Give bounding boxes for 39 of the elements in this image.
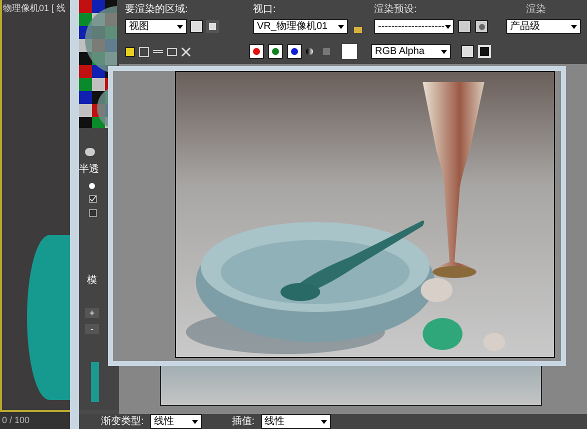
- channel-toggle[interactable]: [268, 44, 283, 59]
- section-label: 半透: [79, 162, 99, 177]
- render-label: 渲染: [525, 2, 547, 17]
- gradient-type-dropdown[interactable]: 线性: [150, 414, 202, 429]
- viewport-dropdown[interactable]: VR_物理像机01: [253, 19, 348, 34]
- preset-dropdown[interactable]: --------------------: [374, 19, 454, 34]
- blur-label: 模: [87, 274, 97, 288]
- caret-icon: [444, 24, 451, 28]
- channel-toggle[interactable]: [287, 44, 302, 59]
- radio-button[interactable]: [89, 183, 95, 189]
- checkbox[interactable]: [89, 209, 97, 217]
- interpolation-dropdown[interactable]: 线性: [260, 414, 331, 429]
- caret-icon: [338, 24, 344, 28]
- gradient-swatch[interactable]: [91, 362, 99, 402]
- channel-toggle[interactable]: [249, 44, 264, 59]
- checkbox[interactable]: [89, 195, 97, 203]
- channel-dropdown[interactable]: RGB Alpha: [371, 44, 451, 59]
- area-dropdown[interactable]: 视图: [125, 19, 187, 34]
- viewport-label: 视口:: [253, 2, 277, 17]
- add-button[interactable]: +: [85, 308, 99, 318]
- close-icon[interactable]: [181, 46, 191, 56]
- color-swatch[interactable]: [342, 44, 357, 59]
- caret-icon: [441, 50, 447, 54]
- check-icon: [90, 196, 96, 202]
- gradient-type-label: 渐变类型:: [101, 414, 144, 429]
- caret-icon: [192, 420, 198, 424]
- preset-label: 渲染预设:: [374, 2, 418, 17]
- frame-counter: 0 / 100: [1, 414, 30, 427]
- save-icon[interactable]: [125, 46, 135, 56]
- interpolation-label: 插值:: [232, 415, 255, 429]
- area-label: 要渲染的区域:: [125, 2, 189, 17]
- render-mode-dropdown[interactable]: 产品级: [506, 19, 581, 34]
- caret-icon: [571, 24, 577, 28]
- contrast-icon[interactable]: [306, 48, 313, 55]
- remove-button[interactable]: -: [85, 324, 99, 334]
- display-icon[interactable]: [478, 45, 491, 58]
- viewport-label: 物理像机01 [ 线: [3, 2, 66, 15]
- caret-icon: [320, 420, 327, 424]
- caret-icon: [177, 24, 183, 28]
